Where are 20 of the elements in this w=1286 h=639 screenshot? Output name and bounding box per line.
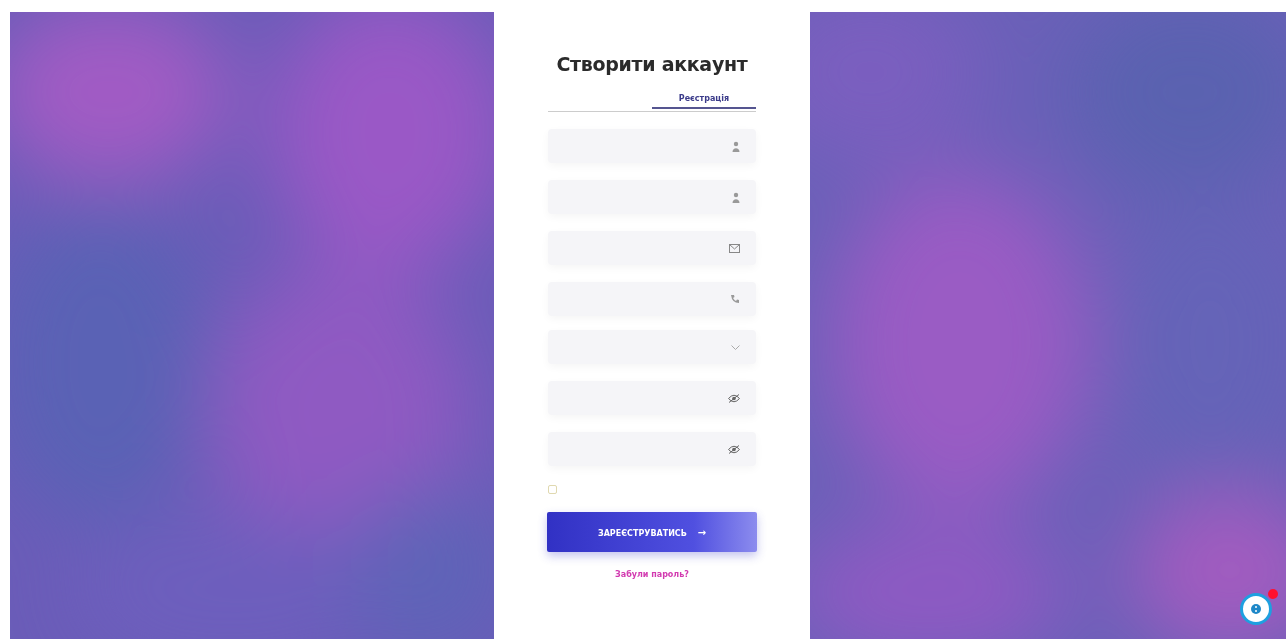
- input-field[interactable]: [548, 432, 756, 466]
- input-field[interactable]: [548, 231, 756, 265]
- chevron-icon: [731, 344, 740, 350]
- input-field[interactable]: [548, 381, 756, 415]
- select-field[interactable]: [548, 330, 756, 364]
- eye-icon: [728, 444, 740, 454]
- form-title: Створити аккаунт: [556, 53, 748, 75]
- person-icon: [732, 191, 740, 203]
- register-button[interactable]: ЗАРЕЄСТРУВАТИСЬ →: [547, 512, 757, 552]
- mail-icon: [729, 243, 740, 253]
- phone-icon: [730, 294, 740, 304]
- input-field[interactable]: [548, 282, 756, 316]
- chat-icon: [1250, 602, 1262, 616]
- person-icon: [732, 140, 740, 152]
- eye-icon: [728, 393, 740, 403]
- tab[interactable]: Реєстрація: [652, 89, 756, 109]
- input-field[interactable]: [548, 180, 756, 214]
- checkbox[interactable]: [548, 484, 557, 494]
- input-field[interactable]: [548, 129, 756, 163]
- forgot-password-link[interactable]: Забули пароль?: [615, 570, 689, 579]
